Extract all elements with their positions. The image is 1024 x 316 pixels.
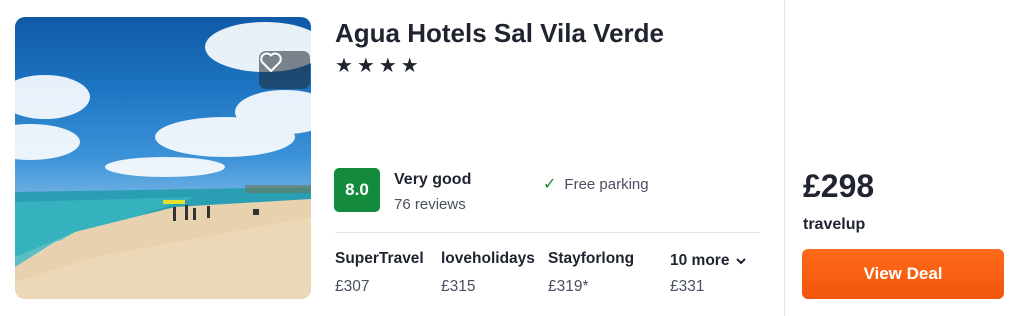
provider-name: SuperTravel [335, 250, 424, 267]
more-price: £331 [670, 278, 705, 295]
best-price: £298 [803, 168, 875, 204]
chevron-down-icon [736, 258, 747, 265]
amenity-label: Free parking [564, 175, 649, 193]
hotel-name[interactable]: Agua Hotels Sal Vila Verde [335, 18, 664, 49]
provider-name: loveholidays [441, 250, 535, 267]
hotel-result-card: Agua Hotels Sal Vila Verde ★★★★ 8.0 Very… [0, 0, 1024, 316]
review-score-badge: 8.0 [334, 168, 380, 212]
view-deal-button[interactable]: View Deal [802, 249, 1004, 299]
favorite-button[interactable] [259, 51, 310, 89]
review-count[interactable]: 76 reviews [394, 196, 466, 213]
hotel-photo[interactable] [15, 17, 311, 299]
more-label: 10 more [670, 252, 730, 269]
provider-price: £319* [548, 278, 589, 295]
provider-offer[interactable]: Stayforlong £319* [548, 250, 634, 296]
provider-name: Stayforlong [548, 250, 635, 267]
provider-price: £315 [441, 278, 476, 295]
star-rating: ★★★★ [335, 55, 423, 77]
heart-icon [260, 52, 282, 72]
check-icon: ✓ [543, 176, 557, 193]
provider-price: £307 [335, 278, 370, 295]
more-providers-button[interactable]: 10 more £331 [670, 252, 747, 296]
best-price-provider: travelup [803, 216, 866, 233]
provider-offer[interactable]: loveholidays £315 [441, 250, 535, 296]
column-divider [784, 0, 785, 316]
amenity-item: ✓ Free parking [543, 174, 649, 194]
rating-label: Very good [394, 171, 472, 188]
provider-offer[interactable]: SuperTravel £307 [335, 250, 424, 296]
divider [335, 232, 760, 233]
